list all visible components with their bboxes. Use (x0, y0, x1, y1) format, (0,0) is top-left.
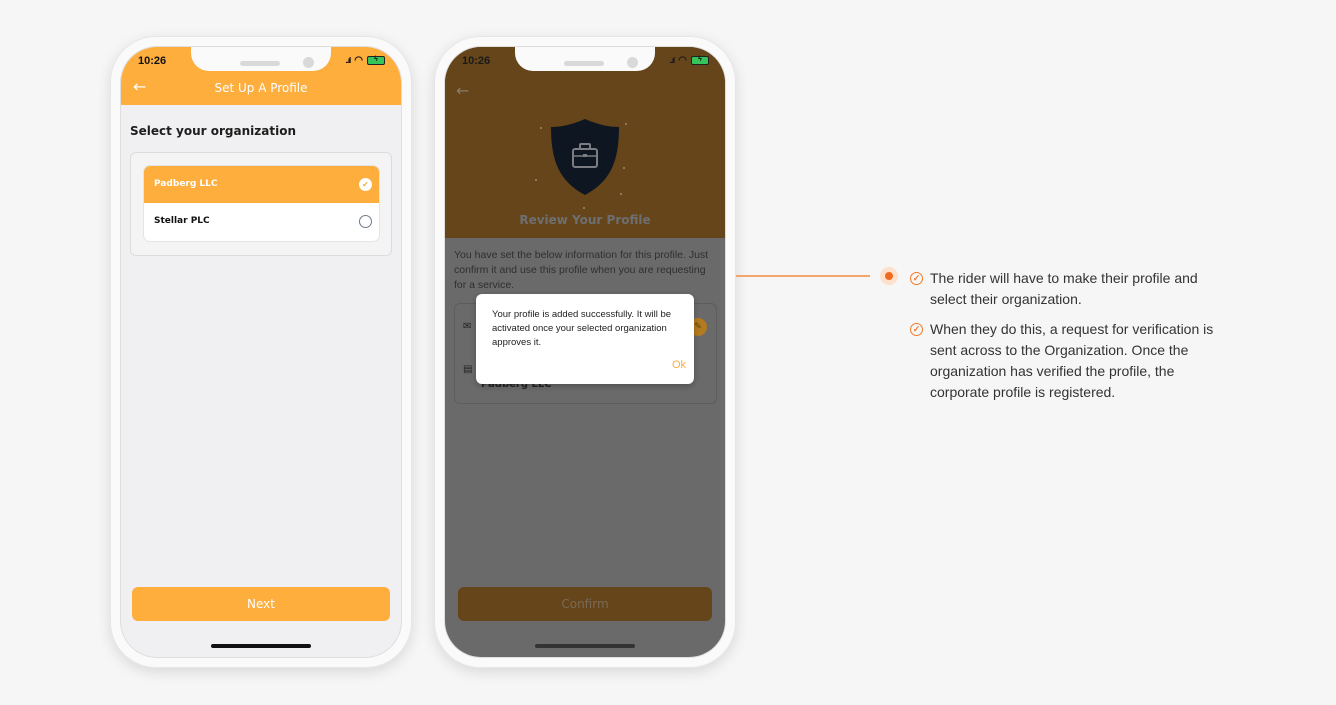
organization-list: Padberg LLC ✔ Stellar PLC (144, 166, 379, 241)
battery-charging-icon: ϟ (691, 56, 709, 65)
organization-card: Padberg LLC ✔ Stellar PLC (130, 152, 392, 256)
status-time: 10:26 (462, 55, 491, 67)
annotation-marker-dot (880, 267, 898, 285)
check-circle-icon: ✓ (910, 272, 923, 285)
success-dialog: Your profile is added successfully. It w… (476, 294, 694, 384)
signal-icon: ..ıl (345, 56, 351, 65)
confirm-button[interactable]: Confirm (458, 587, 712, 621)
info-text: You have set the below information for t… (454, 249, 709, 291)
dialog-message: Your profile is added successfully. It w… (492, 309, 672, 348)
phone-mockup-setup-profile: 10:26 ..ıl ◠ ϟ ← Set Up A Profile Select… (110, 36, 412, 668)
status-time: 10:26 (138, 55, 167, 67)
note-text: When they do this, a request for verific… (930, 321, 1214, 400)
mail-icon: ✉ (463, 321, 472, 332)
page-title: Set Up A Profile (214, 81, 308, 95)
front-camera (303, 57, 314, 68)
building-icon: ▤ (463, 364, 473, 375)
organization-option-stellar[interactable]: Stellar PLC (144, 203, 379, 240)
home-indicator (211, 644, 311, 648)
speaker (240, 61, 280, 66)
dialog-ok-button[interactable]: Ok (672, 359, 686, 371)
sparkle-decoration (583, 207, 585, 209)
annotation-note: ✓ The rider will have to make their prof… (910, 268, 1230, 310)
wifi-icon: ◠ (354, 55, 363, 66)
annotation-note: ✓ When they do this, a request for verif… (910, 319, 1230, 403)
phone-screen: 10:26 ..ıl ◠ ϟ ← Set Up A Profile Select… (121, 47, 401, 657)
section-label: Select your organization (130, 124, 296, 138)
next-button[interactable]: Next (132, 587, 390, 621)
front-camera (627, 57, 638, 68)
annotation-connector-line (736, 275, 870, 277)
review-title: Review Your Profile (519, 213, 651, 227)
sparkle-decoration (535, 179, 537, 181)
back-arrow-icon[interactable]: ← (456, 83, 469, 99)
sparkle-decoration (623, 167, 625, 169)
sparkle-decoration (620, 193, 622, 195)
home-indicator (535, 644, 635, 648)
status-icons: ..ıl ◠ ϟ (345, 55, 385, 66)
radio-checked-icon[interactable]: ✔ (359, 178, 372, 191)
battery-charging-icon: ϟ (367, 56, 385, 65)
note-text: The rider will have to make their profil… (930, 270, 1198, 307)
annotation-marker-core (885, 272, 893, 280)
status-icons: ..ıl ◠ ϟ (669, 55, 709, 66)
speaker (564, 61, 604, 66)
organization-name: Stellar PLC (154, 216, 210, 226)
organization-name: Padberg LLC (154, 179, 218, 189)
sparkle-decoration (540, 127, 542, 129)
radio-unchecked-icon[interactable] (359, 215, 372, 228)
sparkle-decoration (625, 123, 627, 125)
organization-option-padberg[interactable]: Padberg LLC ✔ (144, 166, 379, 203)
phone-screen: 10:26 ..ıl ◠ ϟ ← Review Your Profile You… (445, 47, 725, 657)
check-circle-icon: ✓ (910, 323, 923, 336)
phone-mockup-review-profile: 10:26 ..ıl ◠ ϟ ← Review Your Profile You… (434, 36, 736, 668)
wifi-icon: ◠ (678, 55, 687, 66)
annotation-notes: ✓ The rider will have to make their prof… (910, 268, 1230, 412)
shield-briefcase-icon (551, 119, 619, 195)
signal-icon: ..ıl (669, 56, 675, 65)
